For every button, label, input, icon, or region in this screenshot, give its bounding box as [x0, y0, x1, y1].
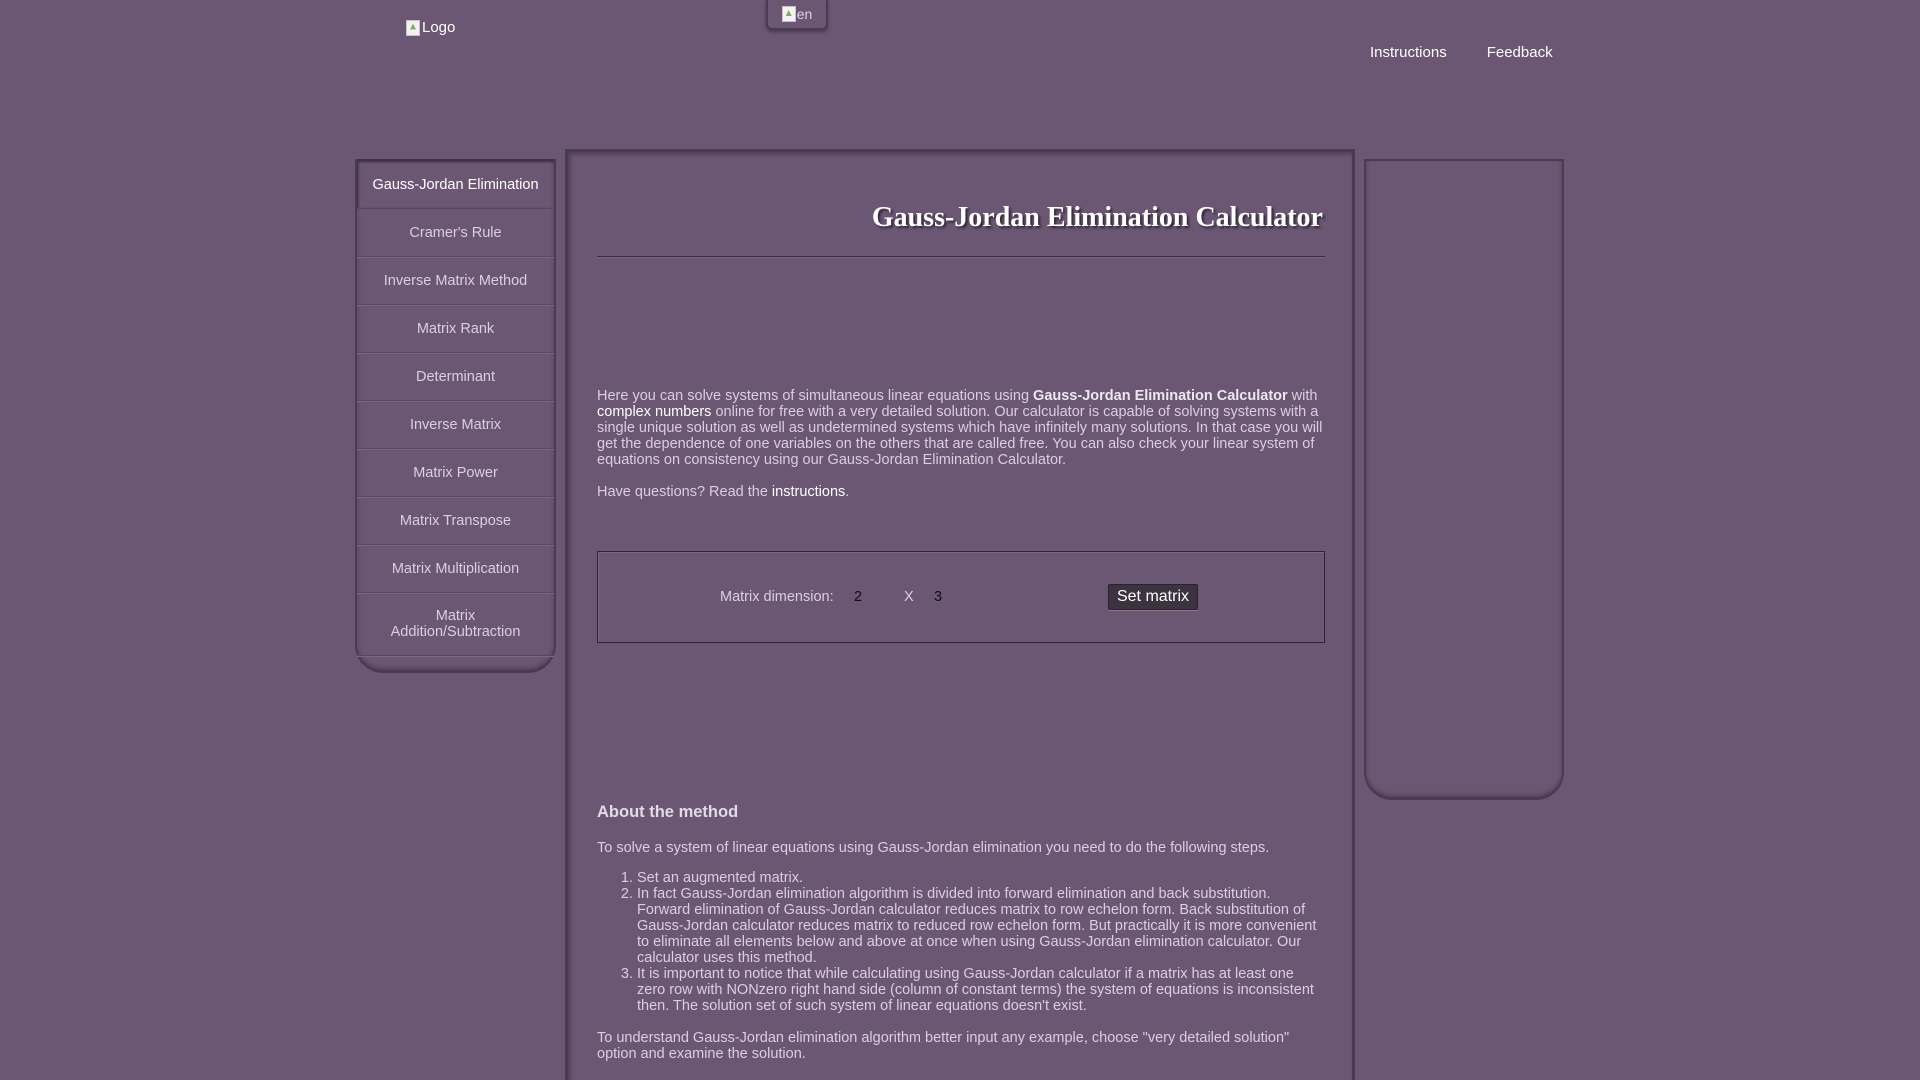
menu-item-inverse-matrix[interactable]: Inverse Matrix	[357, 401, 554, 449]
matrix-dimension-form: Matrix dimension: 2 X 3 Set matrix	[597, 551, 1325, 643]
questions-text: Have questions? Read the	[597, 484, 772, 500]
dimension-separator: X	[904, 589, 914, 605]
about-heading: About the method	[597, 803, 739, 821]
set-matrix-button[interactable]: Set matrix	[1108, 584, 1198, 610]
columns-select[interactable]: 3	[934, 589, 942, 605]
intro-text: Here you can solve systems of simultaneo…	[597, 388, 1034, 404]
list-item: Set an augmented matrix.	[637, 870, 1325, 886]
right-ad-panel	[1364, 159, 1564, 800]
menu-item-matrix-transpose[interactable]: Matrix Transpose	[357, 497, 554, 545]
title-divider	[597, 256, 1325, 257]
intro-paragraph: Here you can solve systems of simultaneo…	[597, 388, 1325, 468]
matrix-dimension-label: Matrix dimension:	[720, 589, 834, 605]
menu-item-determinant[interactable]: Determinant	[357, 353, 554, 401]
questions-text: .	[845, 484, 850, 500]
menu-item-matrix-rank[interactable]: Matrix Rank	[357, 305, 554, 353]
page-title: Gauss-Jordan Elimination Calculator	[871, 202, 1323, 233]
top-nav: Instructions Feedback	[1370, 44, 1553, 61]
broken-image-icon	[406, 19, 420, 36]
intro-text: with	[1287, 388, 1318, 404]
menu-item-label: Matrix Addition/Subtraction	[390, 608, 521, 640]
logo-alt-text: Logo	[422, 19, 456, 36]
menu-item-matrix-multiplication[interactable]: Matrix Multiplication	[357, 545, 554, 593]
complex-numbers-link[interactable]: complex numbers	[597, 404, 711, 420]
questions-line: Have questions? Read the instructions.	[597, 484, 1325, 500]
instructions-link[interactable]: instructions	[772, 484, 845, 500]
menu-item-gauss-jordan[interactable]: Gauss-Jordan Elimination	[357, 159, 554, 209]
steps-list: Set an augmented matrix. In fact Gauss-J…	[597, 870, 1325, 1014]
nav-feedback-link[interactable]: Feedback	[1487, 44, 1553, 61]
list-item: It is important to notice that while cal…	[637, 966, 1325, 1014]
menu-item-cramers-rule[interactable]: Cramer's Rule	[357, 209, 554, 257]
intro-bold-text: Gauss-Jordan Elimination Calculator	[1033, 388, 1288, 404]
page: Logo en Instructions Feedback Gauss-Jord…	[0, 0, 1920, 1080]
language-selector[interactable]: en	[766, 0, 828, 30]
nav-instructions-link[interactable]: Instructions	[1370, 44, 1447, 61]
list-item: In fact Gauss-Jordan elimination algorit…	[637, 886, 1325, 966]
main-content: Gauss-Jordan Elimination Calculator Here…	[565, 149, 1355, 1080]
menu-item-matrix-power[interactable]: Matrix Power	[357, 449, 554, 497]
about-intro: To solve a system of linear equations us…	[597, 840, 1270, 856]
calculator-menu: Gauss-Jordan Elimination Cramer's Rule I…	[355, 159, 556, 673]
menu-item-matrix-addition-subtraction[interactable]: Matrix Addition/Subtraction	[357, 593, 554, 656]
flag-icon	[781, 6, 796, 22]
site-logo[interactable]: Logo	[406, 19, 455, 36]
language-alt-text: en	[796, 6, 813, 22]
about-outro: To understand Gauss-Jordan elimination a…	[597, 1030, 1290, 1062]
rows-select[interactable]: 2	[854, 589, 862, 605]
menu-item-inverse-matrix-method[interactable]: Inverse Matrix Method	[357, 257, 554, 305]
